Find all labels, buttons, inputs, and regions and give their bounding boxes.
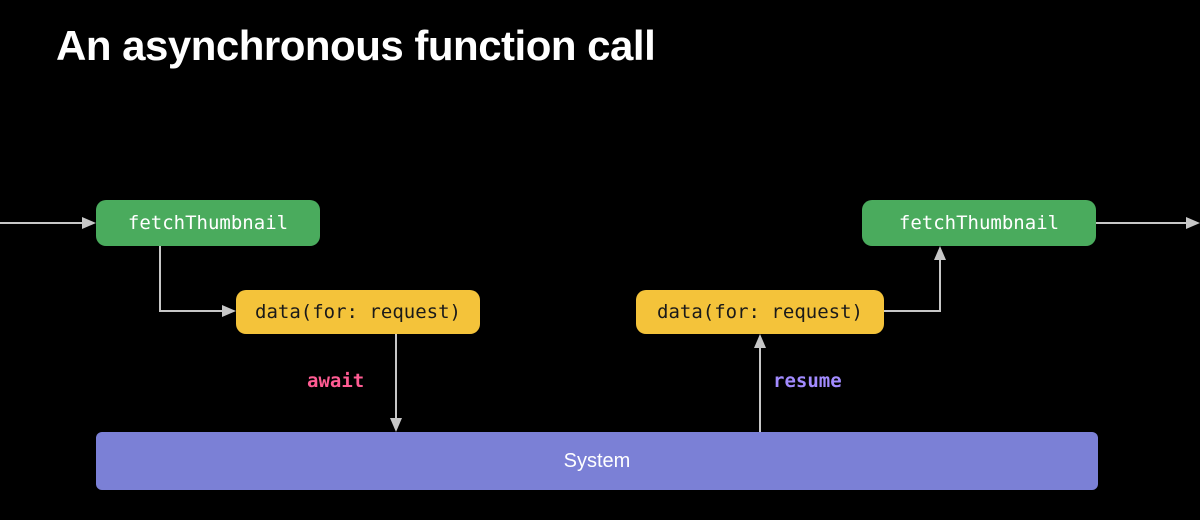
slide-title: An asynchronous function call	[56, 22, 655, 70]
label-resume: resume	[773, 370, 842, 392]
box-data-for-request-left: data(for: request)	[236, 290, 480, 334]
box-fetch-thumbnail-left: fetchThumbnail	[96, 200, 320, 246]
box-data-for-request-right: data(for: request)	[636, 290, 884, 334]
box-fetch-thumbnail-right: fetchThumbnail	[862, 200, 1096, 246]
box-system: System	[96, 432, 1098, 490]
diagram-stage: An asynchronous function call fetchThumb…	[0, 0, 1200, 520]
label-await: await	[307, 370, 364, 392]
